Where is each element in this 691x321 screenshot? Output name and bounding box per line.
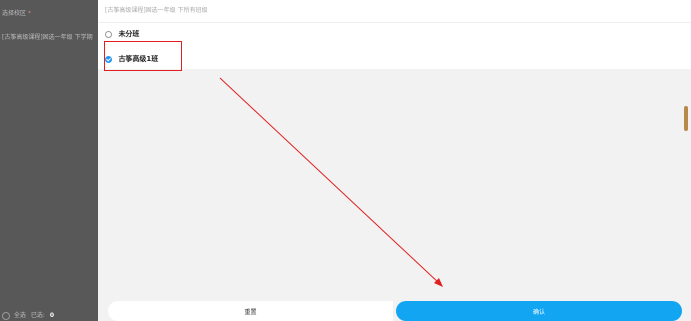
selected-label: 已选: bbox=[30, 312, 45, 319]
confirm-button[interactable]: 确认 bbox=[396, 301, 682, 321]
select-all-radio[interactable] bbox=[2, 311, 10, 320]
drawer-footer: 重置 确认 bbox=[98, 301, 691, 321]
scrollbar-thumb[interactable] bbox=[684, 106, 688, 131]
background-page: 选择校区 * [古筝高级课程]固选一年级 下学期 全选 已选: 0 bbox=[0, 0, 98, 321]
radio-unchecked-icon[interactable] bbox=[105, 30, 112, 38]
class-option-list: 未分班 古筝高级1班 bbox=[98, 23, 691, 69]
select-all-bar: 全选 已选: 0 bbox=[2, 310, 54, 320]
class-option-label: 未分班 bbox=[118, 30, 140, 38]
drawer-header: [古筝高级课程]固选一年级 下所有班级 bbox=[98, 0, 691, 23]
selected-count: 0 bbox=[49, 312, 54, 319]
class-select-drawer: [古筝高级课程]固选一年级 下所有班级 未分班 古筝高级1班 bbox=[98, 0, 691, 321]
required-mark: * bbox=[27, 10, 31, 17]
campus-field-label: 选择校区 bbox=[2, 10, 27, 17]
reset-button[interactable]: 重置 bbox=[108, 301, 393, 321]
annotation-highlight-box bbox=[104, 41, 182, 71]
campus-field-label-row: 选择校区 * bbox=[2, 8, 31, 17]
select-all-label: 全选 bbox=[13, 312, 26, 319]
campus-field-value: [古筝高级课程]固选一年级 下学期 bbox=[2, 34, 93, 41]
class-option-unassigned[interactable]: 未分班 bbox=[105, 27, 139, 41]
